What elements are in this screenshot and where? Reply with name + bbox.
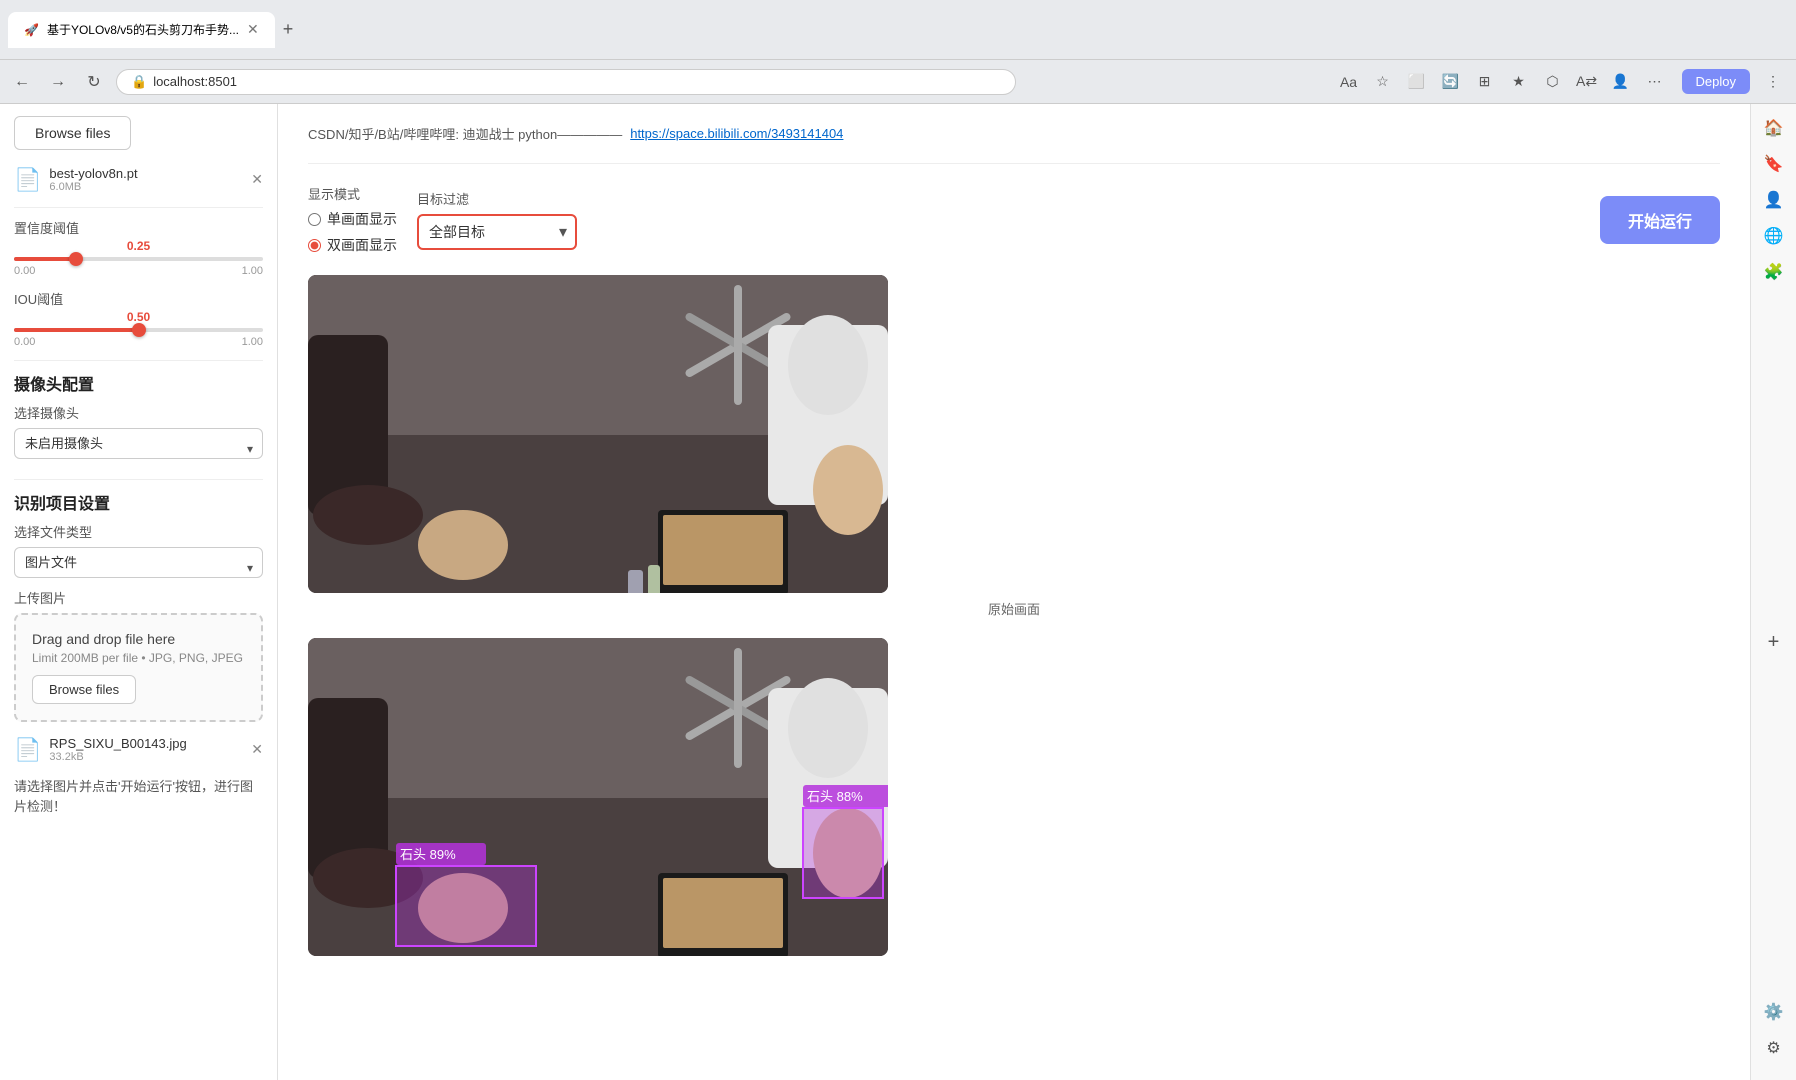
address-bar[interactable]: 🔒 localhost:8501 [116, 69, 1016, 95]
forward-button[interactable]: → [44, 68, 72, 96]
uploaded-file-item: 📄 RPS_SIXU_B00143.jpg 33.2kB ✕ [14, 732, 263, 767]
confidence-label: 置信度阈值 [14, 218, 263, 237]
url-text: localhost:8501 [153, 74, 1001, 89]
sidebar-button[interactable]: ⬜ [1402, 67, 1432, 97]
iou-track [14, 328, 263, 332]
file-type-label: 选择文件类型 [14, 522, 263, 541]
reader-mode-button[interactable]: Aa [1334, 67, 1364, 97]
tab-favicon: 🚀 [24, 23, 39, 37]
camera-label: 选择摄像头 [14, 403, 263, 422]
right-sidebar: 🏠 🔖 👤 🌐 🧩 + ⚙️ ⚙ [1750, 104, 1796, 1080]
recognition-section-title: 识别项目设置 [14, 490, 263, 514]
display-mode-label: 显示模式 [308, 184, 397, 203]
info-bar-link[interactable]: https://space.bilibili.com/3493141404 [630, 126, 843, 141]
run-button[interactable]: 开始运行 [1600, 196, 1720, 244]
uploaded-file-icon: 📄 [14, 737, 41, 763]
right-home-icon[interactable]: 🏠 [1758, 112, 1790, 144]
deploy-button[interactable]: Deploy [1682, 69, 1750, 94]
model-file-size: 6.0MB [49, 181, 243, 193]
info-text: 请选择图片并点击'开始运行'按钮，进行图片检测！ [14, 777, 263, 816]
confidence-min: 0.00 [14, 265, 35, 277]
right-extension-icon[interactable]: 🧩 [1758, 256, 1790, 288]
detected-image-container: 石头 89% 石头 88% [308, 638, 888, 956]
left-sidebar: Browse files 📄 best-yolov8n.pt 6.0MB ✕ 置… [0, 104, 278, 1080]
detected-image-panel: 石头 89% 石头 88% [308, 638, 888, 956]
star-button[interactable]: ☆ [1368, 67, 1398, 97]
filter-select[interactable]: 全部目标 [417, 214, 577, 250]
browse-files-top-button[interactable]: Browse files [14, 116, 131, 150]
single-screen-radio-label[interactable]: 单画面显示 [308, 209, 397, 229]
original-image-container [308, 275, 888, 593]
more-options-button[interactable]: ⋮ [1758, 67, 1788, 97]
iou-label: IOU阈值 [14, 289, 263, 308]
split-view-button[interactable]: ⊞ [1470, 67, 1500, 97]
file-icon: 📄 [14, 167, 41, 193]
right-settings2-icon[interactable]: ⚙ [1758, 1032, 1790, 1064]
upload-drop-zone[interactable]: Drag and drop file here Limit 200MB per … [14, 613, 263, 722]
collections-button[interactable]: ⬡ [1538, 67, 1568, 97]
confidence-value: 0.25 [14, 239, 263, 253]
browser-tab-bar: 🚀 基于YOLOv8/v5的石头剪刀布手势... ✕ + [0, 0, 1796, 60]
model-file-item: 📄 best-yolov8n.pt 6.0MB ✕ [14, 162, 263, 197]
translate-button[interactable]: A⇄ [1572, 67, 1602, 97]
more-button[interactable]: ⋯ [1640, 67, 1670, 97]
refresh-button[interactable]: 🔄 [1436, 67, 1466, 97]
tab-title: 基于YOLOv8/v5的石头剪刀布手势... [47, 21, 239, 38]
info-bar-text: CSDN/知乎/B站/哔哩哔哩: 迪迦战士 python————— [308, 124, 622, 143]
new-tab-button[interactable]: + [275, 15, 302, 44]
uploaded-file-name: RPS_SIXU_B00143.jpg [49, 736, 243, 751]
camera-section-title: 摄像头配置 [14, 371, 94, 395]
original-caption: 原始画面 [308, 599, 1720, 618]
dual-screen-radio[interactable] [308, 239, 321, 252]
controls-row: 显示模式 单画面显示 双画面显示 目标过滤 全部目标 [308, 184, 1720, 255]
single-screen-radio[interactable] [308, 213, 321, 226]
uploaded-file-remove-button[interactable]: ✕ [251, 741, 263, 758]
confidence-max: 1.00 [242, 265, 263, 277]
profile-button[interactable]: 👤 [1606, 67, 1636, 97]
right-globe-icon[interactable]: 🌐 [1758, 220, 1790, 252]
browse-files-button[interactable]: Browse files [32, 675, 136, 704]
detected-scene-svg: 石头 89% 石头 88% [308, 638, 888, 956]
right-plus-icon[interactable]: + [1758, 626, 1790, 658]
original-image-section: 原始画面 [308, 275, 1720, 618]
right-settings-icon[interactable]: ⚙️ [1758, 996, 1790, 1028]
right-person-icon[interactable]: 👤 [1758, 184, 1790, 216]
display-mode-group: 单画面显示 双画面显示 [308, 209, 397, 255]
filter-wrapper: 全部目标 ▾ [417, 214, 577, 250]
detected-image-section: 石头 89% 石头 88% [308, 638, 1720, 956]
back-button[interactable]: ← [8, 68, 36, 96]
main-content: CSDN/知乎/B站/哔哩哔哩: 迪迦战士 python————— https:… [278, 104, 1750, 1080]
original-scene-svg [308, 275, 888, 593]
info-bar: CSDN/知乎/B站/哔哩哔哩: 迪迦战士 python————— https:… [308, 124, 1720, 143]
file-type-select[interactable]: 图片文件 [14, 547, 263, 578]
model-file-remove-button[interactable]: ✕ [251, 171, 263, 188]
lock-icon: 🔒 [131, 74, 147, 90]
original-image-panel [308, 275, 888, 593]
upload-label: 上传图片 [14, 588, 263, 607]
svg-text:石头 89%: 石头 89% [400, 847, 456, 862]
filter-label: 目标过滤 [417, 189, 577, 208]
uploaded-file-size: 33.2kB [49, 751, 243, 763]
model-file-name: best-yolov8n.pt [49, 166, 243, 181]
svg-text:石头 88%: 石头 88% [807, 789, 863, 804]
camera-select[interactable]: 未启用摄像头 [14, 428, 263, 459]
right-bookmark-icon[interactable]: 🔖 [1758, 148, 1790, 180]
browser-address-bar-row: ← → ↻ 🔒 localhost:8501 Aa ☆ ⬜ 🔄 ⊞ ★ ⬡ A⇄… [0, 60, 1796, 104]
iou-max: 1.00 [242, 336, 263, 348]
dual-screen-radio-label[interactable]: 双画面显示 [308, 235, 397, 255]
single-screen-label: 单画面显示 [327, 209, 397, 229]
iou-value: 0.50 [14, 310, 263, 324]
confidence-track [14, 257, 263, 261]
reload-button[interactable]: ↻ [80, 68, 108, 96]
dual-screen-label: 双画面显示 [327, 235, 397, 255]
iou-min: 0.00 [14, 336, 35, 348]
favorites-button[interactable]: ★ [1504, 67, 1534, 97]
drag-drop-text: Drag and drop file here [32, 631, 245, 647]
active-tab[interactable]: 🚀 基于YOLOv8/v5的石头剪刀布手势... ✕ [8, 12, 275, 48]
upload-limit-text: Limit 200MB per file • JPG, PNG, JPEG [32, 651, 245, 665]
tab-close-button[interactable]: ✕ [247, 21, 259, 38]
